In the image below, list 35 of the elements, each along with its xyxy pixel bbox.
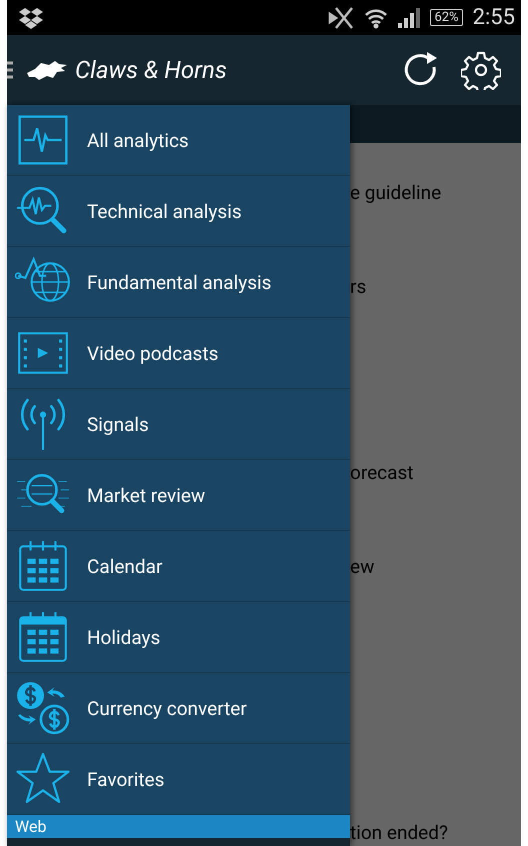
- list-item-text: ew: [350, 555, 374, 577]
- app-title: Claws & Horns: [75, 56, 228, 84]
- list-item-text: orecast: [350, 461, 414, 483]
- drawer-item-label: Technical analysis: [87, 200, 242, 222]
- list-item-text: e guideline: [350, 181, 442, 203]
- menu-icon[interactable]: [7, 61, 13, 79]
- drawer-item-label: Holidays: [87, 626, 160, 648]
- clock: 2:55: [472, 5, 515, 30]
- drawer-item[interactable]: Technical analysis: [7, 176, 350, 247]
- nfc-off-icon: [328, 6, 354, 30]
- drawer-item-label: Video podcasts: [87, 342, 218, 364]
- drawer-item[interactable]: Fundamental analysis: [7, 247, 350, 318]
- settings-icon[interactable]: [461, 50, 501, 90]
- drawer-item-label: Signals: [87, 412, 149, 436]
- drawer-item[interactable]: Currency converter: [7, 673, 350, 744]
- drawer-item[interactable]: Holidays: [7, 602, 350, 673]
- drawer-item-label: Fundamental analysis: [87, 270, 272, 294]
- drawer-item-label: Market review: [87, 484, 206, 506]
- battery-indicator: 62%: [430, 9, 463, 26]
- wifi-icon: [364, 6, 388, 28]
- drawer-item[interactable]: Market review: [7, 460, 350, 531]
- drawer-item-label: Favorites: [87, 768, 164, 790]
- drawer-item[interactable]: Video podcasts: [7, 318, 350, 389]
- drawer-item-label: Calendar: [87, 554, 162, 578]
- signal-icon: [398, 8, 420, 28]
- drawer-item[interactable]: Calendar: [7, 531, 350, 602]
- drawer-item[interactable]: All analytics: [7, 105, 350, 176]
- drawer-item[interactable]: Signals: [7, 389, 350, 460]
- list-item-text: tion ended?: [350, 821, 448, 843]
- currency-exchange-icon: [15, 680, 71, 736]
- dropbox-icon: [19, 6, 43, 28]
- list-item-text: rs: [350, 275, 366, 297]
- drawer-item-label: Currency converter: [87, 696, 247, 720]
- section-header: Web: [7, 815, 350, 838]
- drawer-item-label: All analytics: [87, 128, 189, 152]
